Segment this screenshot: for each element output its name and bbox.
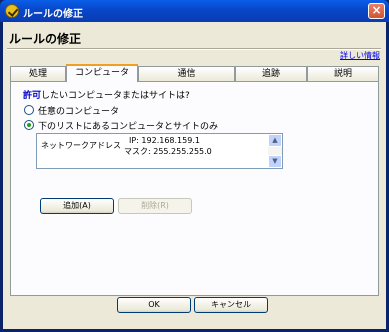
app-shield-icon xyxy=(5,4,19,18)
scroll-up-icon[interactable]: ▲ xyxy=(268,134,282,147)
dialog-body: ルールの修正 詳しい情報 処理 コンピュータ 通信 追跡 説明 許可したいコンピ… xyxy=(3,22,386,329)
list-item[interactable]: ネットワークアドレス IP: 192.168.159.1 マスク: 255.25… xyxy=(39,136,264,157)
remove-button[interactable]: 削除(R) xyxy=(118,198,192,214)
listed-computers-radio[interactable] xyxy=(24,120,34,130)
dialog-heading: ルールの修正 xyxy=(9,32,82,46)
scroll-down-icon[interactable]: ▼ xyxy=(268,155,282,168)
ok-button[interactable]: OK xyxy=(117,297,191,313)
any-computer-radio[interactable] xyxy=(24,105,34,115)
list-scrollbar[interactable]: ▲ ▼ xyxy=(268,134,282,168)
tab-description[interactable]: 説明 xyxy=(307,66,379,81)
question-highlight: 許可 xyxy=(23,91,42,101)
address-type: ネットワークアドレス xyxy=(41,141,121,150)
heading-divider xyxy=(7,48,381,50)
question-text: 許可したいコンピュータまたはサイトは? xyxy=(23,88,190,101)
any-computer-label: 任意のコンピュータ xyxy=(38,107,120,117)
tab-processing[interactable]: 処理 xyxy=(10,66,66,81)
address-ip: IP: 192.168.159.1 xyxy=(129,136,200,145)
tab-strip: 処理 コンピュータ 通信 追跡 説明 xyxy=(10,64,379,82)
computer-tab-panel: 許可したいコンピュータまたはサイトは? 任意のコンピュータ 下のリストにあるコン… xyxy=(10,81,379,296)
address-listbox[interactable]: ネットワークアドレス IP: 192.168.159.1 マスク: 255.25… xyxy=(36,133,283,169)
tab-tracking[interactable]: 追跡 xyxy=(235,66,307,81)
close-button[interactable]: × xyxy=(368,3,385,19)
dialog-window: ルールの修正 × ルールの修正 詳しい情報 処理 コンピュータ 通信 追跡 説明… xyxy=(0,0,389,332)
question-rest: したいコンピュータまたはサイトは? xyxy=(41,91,190,101)
listed-computers-label: 下のリストにあるコンピュータとサイトのみ xyxy=(38,122,219,132)
window-title: ルールの修正 xyxy=(23,9,83,20)
title-bar[interactable]: ルールの修正 × xyxy=(0,0,389,22)
address-mask: マスク: 255.255.255.0 xyxy=(124,147,212,156)
add-button[interactable]: 追加(A) xyxy=(40,198,114,214)
tab-computer[interactable]: コンピュータ xyxy=(66,64,138,82)
cancel-button[interactable]: キャンセル xyxy=(194,297,268,313)
tab-communication[interactable]: 通信 xyxy=(138,66,235,81)
help-link[interactable]: 詳しい情報 xyxy=(340,50,380,61)
